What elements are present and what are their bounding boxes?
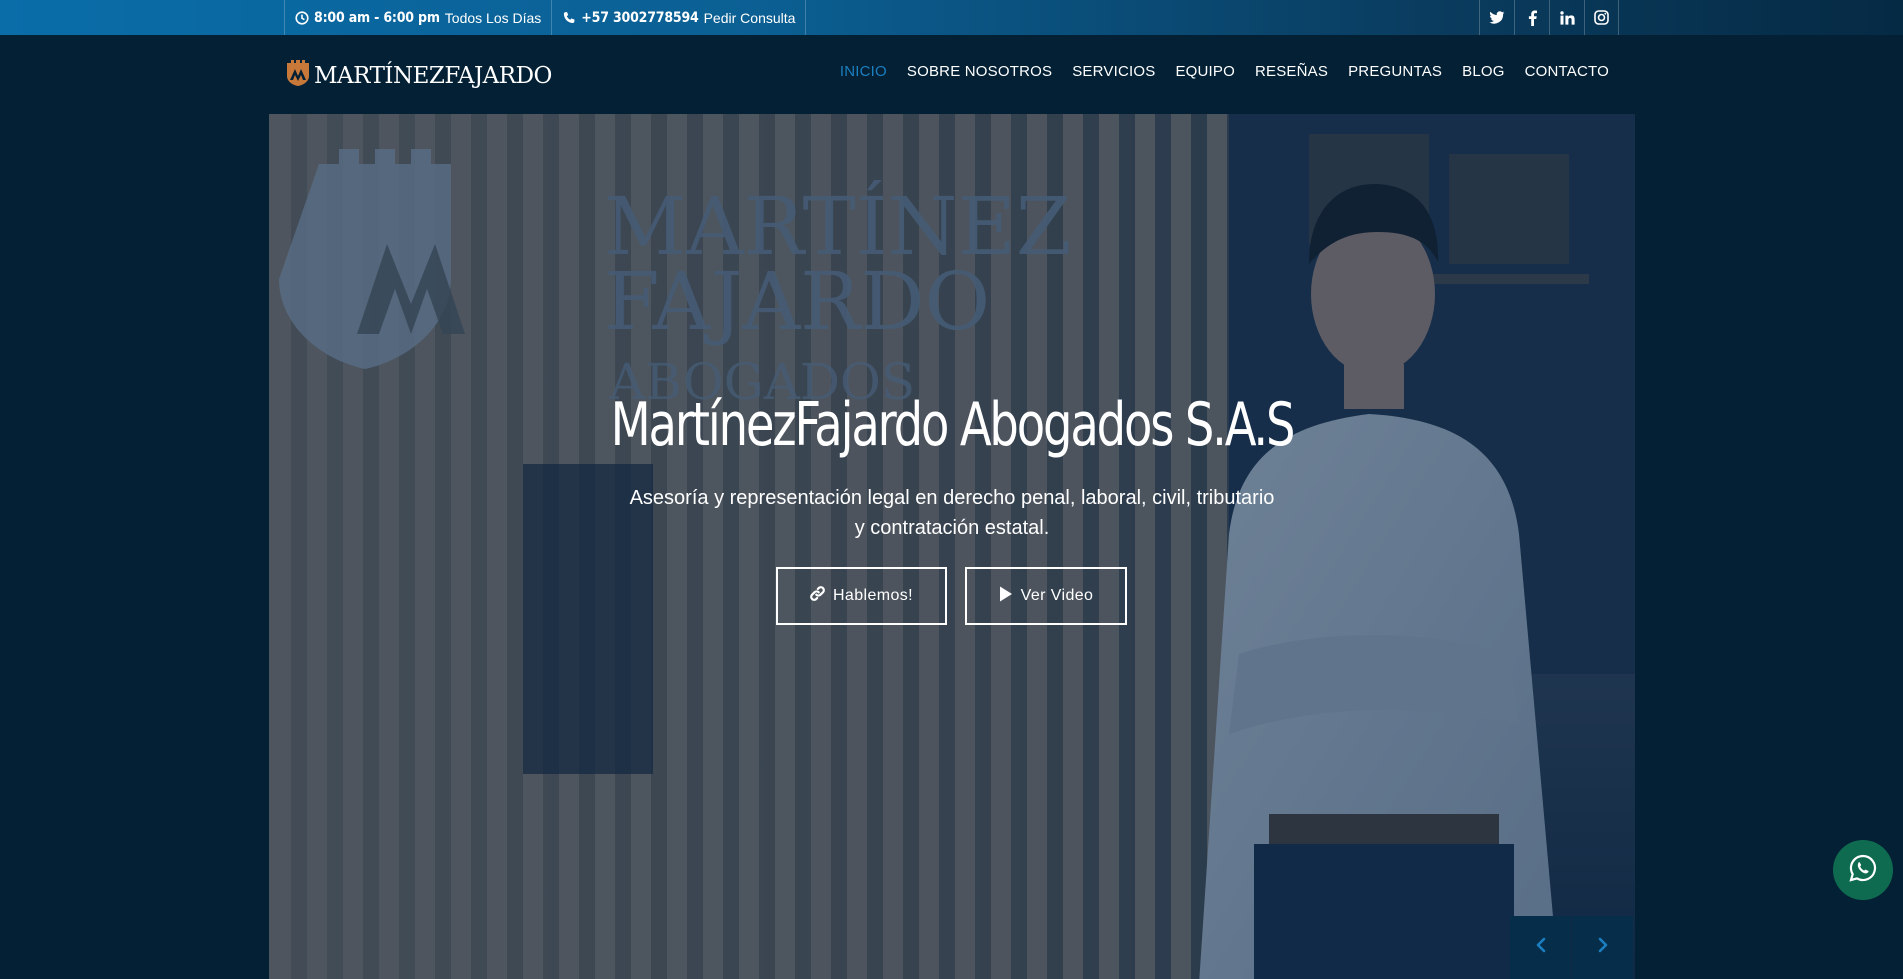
nav-item-inicio[interactable]: INICIO bbox=[840, 63, 887, 80]
phone-number[interactable]: +57 3002778594 bbox=[581, 10, 699, 26]
hours-days: Todos Los Días bbox=[444, 9, 542, 26]
hero-slider: MARTÍNEZ FAJARDO ABOGADOS MartínezFajard… bbox=[269, 114, 1635, 979]
hablemos-button[interactable]: Hablemos! bbox=[776, 567, 947, 625]
phone-cta[interactable]: Pedir Consulta bbox=[704, 10, 796, 26]
top-bar-contact: 8:00 am - 6:00 pm Todos Los Días +57 300… bbox=[284, 0, 807, 35]
whatsapp-button[interactable] bbox=[1833, 840, 1893, 900]
nav-item-equipo[interactable]: EQUIPO bbox=[1175, 63, 1235, 80]
chevron-right-icon bbox=[1598, 937, 1608, 958]
hero-title: MartínezFajardo Abogados S.A.S bbox=[610, 390, 1296, 460]
slider-arrows bbox=[1510, 916, 1633, 979]
link-icon bbox=[810, 586, 825, 606]
nav-item-sobre-nosotros[interactable]: SOBRE NOSOTROS bbox=[907, 63, 1052, 80]
hero-buttons: Hablemos! Ver Video bbox=[776, 567, 1127, 625]
phone-icon bbox=[562, 11, 576, 25]
chevron-left-icon bbox=[1536, 937, 1546, 958]
phone-info[interactable]: +57 3002778594 Pedir Consulta bbox=[551, 0, 807, 35]
hero-overlay bbox=[269, 114, 1635, 979]
ver-video-button[interactable]: Ver Video bbox=[965, 567, 1127, 625]
linkedin-icon[interactable] bbox=[1549, 0, 1584, 35]
logo-text: MARTÍNEZFAJARDO bbox=[314, 62, 552, 89]
whatsapp-icon bbox=[1848, 853, 1878, 888]
slider-next-button[interactable] bbox=[1572, 916, 1633, 979]
slider-prev-button[interactable] bbox=[1510, 916, 1571, 979]
nav-item-blog[interactable]: BLOG bbox=[1462, 63, 1504, 80]
nav-item-contacto[interactable]: CONTACTO bbox=[1525, 63, 1609, 80]
nav-item-preguntas[interactable]: PREGUNTAS bbox=[1348, 63, 1442, 80]
logo[interactable]: MARTÍNEZFAJARDO bbox=[286, 59, 552, 92]
facebook-icon[interactable] bbox=[1514, 0, 1549, 35]
hero-subtitle: Asesoría y representación legal en derec… bbox=[629, 487, 1275, 539]
main-nav: INICIO SOBRE NOSOTROS SERVICIOS EQUIPO R… bbox=[840, 63, 1609, 80]
ver-video-label: Ver Video bbox=[1020, 587, 1094, 604]
hablemos-label: Hablemos! bbox=[832, 587, 914, 604]
logo-crest-icon bbox=[286, 59, 310, 92]
top-bar: 8:00 am - 6:00 pm Todos Los Días +57 300… bbox=[0, 0, 1903, 35]
hours-time: 8:00 am - 6:00 pm bbox=[314, 9, 440, 26]
twitter-icon[interactable] bbox=[1479, 0, 1514, 35]
social-links bbox=[1479, 0, 1619, 35]
nav-item-servicios[interactable]: SERVICIOS bbox=[1072, 63, 1155, 80]
play-icon bbox=[999, 586, 1013, 607]
clock-icon bbox=[295, 10, 309, 25]
hours-info: 8:00 am - 6:00 pm Todos Los Días bbox=[284, 0, 551, 35]
main-header: MARTÍNEZFAJARDO INICIO SOBRE NOSOTROS SE… bbox=[0, 35, 1903, 114]
nav-item-resenas[interactable]: RESEÑAS bbox=[1255, 63, 1328, 80]
instagram-icon[interactable] bbox=[1584, 0, 1619, 35]
